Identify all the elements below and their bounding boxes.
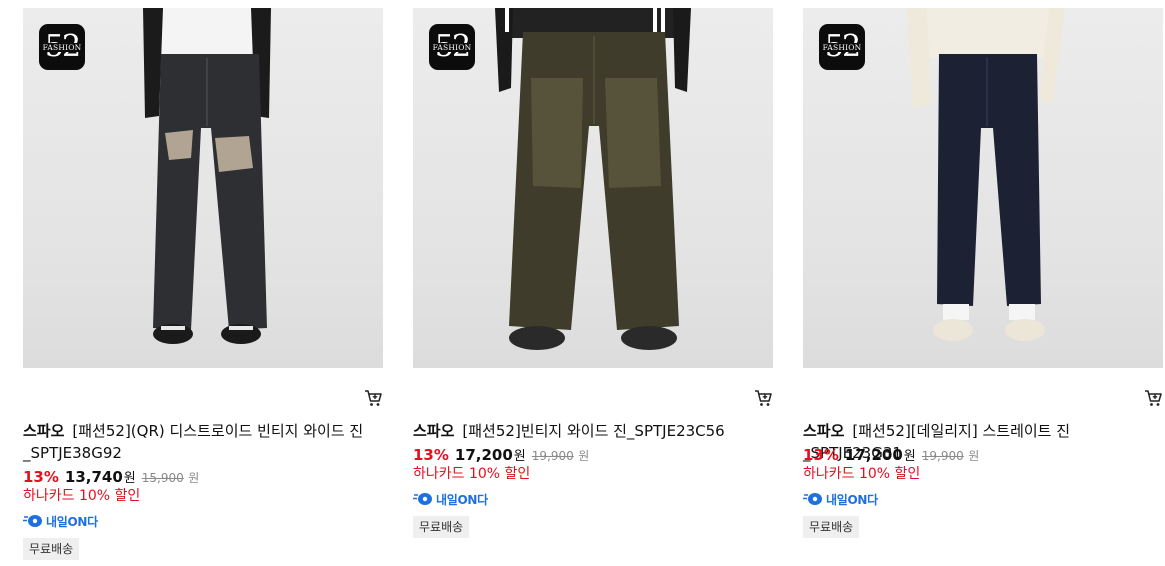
delivery-badge: 내일ON다 xyxy=(23,513,98,529)
card-discount: 하나카드 10% 할인 xyxy=(803,466,921,482)
free-shipping-chip: 무료배송 xyxy=(413,516,470,538)
discount-rate: 13% xyxy=(23,468,59,486)
cart-icon[interactable] xyxy=(363,388,383,408)
card-discount: 하나카드 10% 할인 xyxy=(23,488,141,504)
delivery-label: 내일ON다 xyxy=(46,514,98,529)
discount-rate: 13% xyxy=(413,446,449,464)
currency: 원 xyxy=(903,449,916,464)
original-price: 15,900 xyxy=(141,471,184,485)
delivery-truck-icon xyxy=(803,493,822,505)
delivery-label: 내일ON다 xyxy=(826,492,878,507)
delivery-truck-icon xyxy=(413,493,432,505)
delivery-label: 내일ON다 xyxy=(436,492,488,507)
badge-word: FASHION xyxy=(41,42,83,52)
sale-price: 17,200 xyxy=(844,446,903,464)
original-currency: 원 xyxy=(968,449,980,463)
delivery-badge: 내일ON다 xyxy=(803,491,878,507)
product-name: [패션52]빈티지 와이드 진_SPTJE23C56 xyxy=(462,422,725,440)
currency: 원 xyxy=(123,471,136,486)
sale-price: 17,200 xyxy=(454,446,513,464)
delivery-truck-icon xyxy=(23,515,42,527)
free-shipping-chip: 무료배송 xyxy=(23,538,80,560)
product-card[interactable]: 52 FASHION 스파오 [패션52](QR) 디스트로이드 빈티지 와이드 … xyxy=(23,8,383,560)
original-currency: 원 xyxy=(578,449,590,463)
fashion52-badge: 52 FASHION xyxy=(39,24,85,70)
brand-name: 스파오 xyxy=(413,422,455,440)
fashion52-badge: 52 FASHION xyxy=(429,24,475,70)
product-image[interactable]: 52 FASHION xyxy=(413,8,773,368)
brand-name: 스파오 xyxy=(23,422,65,440)
product-name-line2: _SPTJE38G92 xyxy=(23,444,122,462)
original-price: 19,900 xyxy=(921,449,964,463)
cart-icon[interactable] xyxy=(1143,388,1163,408)
product-image[interactable]: 52 FASHION xyxy=(23,8,383,368)
delivery-badge: 내일ON다 xyxy=(413,491,488,507)
card-discount: 하나카드 10% 할인 xyxy=(413,466,531,482)
product-title[interactable]: 스파오 [패션52]빈티지 와이드 진_SPTJE23C56 xyxy=(413,420,773,442)
badge-word: FASHION xyxy=(431,42,473,52)
fashion52-badge: 52 FASHION xyxy=(819,24,865,70)
product-card[interactable]: 52 FASHION 스파오[패션52][데일리지] 스트레이트 진_SPTJE… xyxy=(803,8,1163,538)
product-name: [패션52](QR) 디스트로이드 빈티지 와이드 진 xyxy=(72,422,364,440)
sale-price: 13,740 xyxy=(64,468,123,486)
currency: 원 xyxy=(513,449,526,464)
discount-rate: 13% xyxy=(803,446,839,464)
brand-name: 스파오 xyxy=(803,422,845,440)
product-title[interactable]: 스파오 [패션52](QR) 디스트로이드 빈티지 와이드 진 _SPTJE38G… xyxy=(23,420,383,464)
product-image[interactable]: 52 FASHION xyxy=(803,8,1163,368)
badge-word: FASHION xyxy=(821,42,863,52)
product-card[interactable]: 52 FASHION 스파오 [패션52]빈티지 와이드 진_SPTJE23C56… xyxy=(413,8,773,538)
original-currency: 원 xyxy=(188,471,200,485)
free-shipping-chip: 무료배송 xyxy=(803,516,860,538)
original-price: 19,900 xyxy=(531,449,574,463)
cart-icon[interactable] xyxy=(753,388,773,408)
